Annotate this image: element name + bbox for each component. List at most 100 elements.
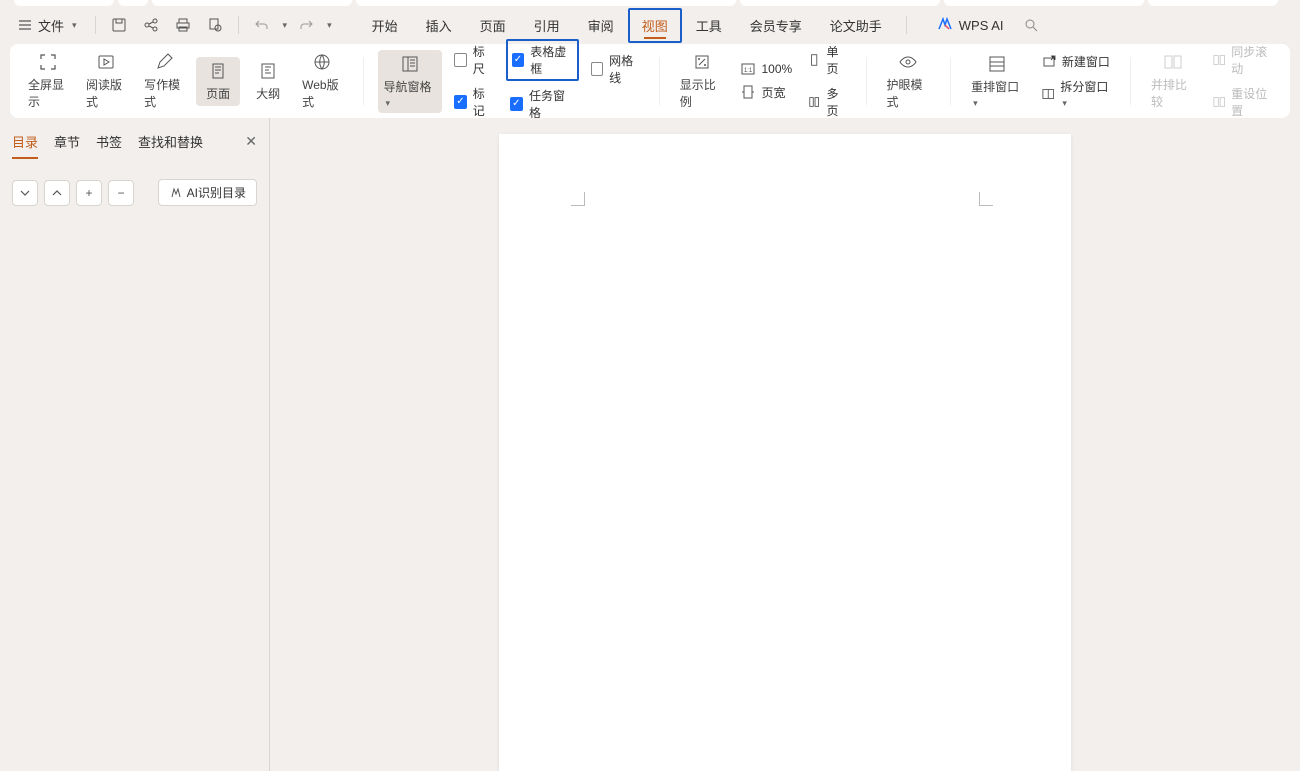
sidepanel-tab-bookmark[interactable]: 书签 (96, 128, 122, 155)
tab-page[interactable]: 页面 (466, 8, 520, 43)
rearrange-button[interactable]: 重排窗口 ▾ (965, 50, 1030, 113)
new-window-button[interactable]: 新建窗口 (1038, 51, 1116, 72)
reading-mode-button[interactable]: 阅读版式 (80, 48, 132, 114)
reset-pos-button: 重设位置 (1209, 83, 1278, 121)
document-page[interactable] (499, 134, 1071, 771)
zoom-100-button[interactable]: 1:1 100% (737, 60, 796, 78)
checkbox-icon (512, 53, 525, 67)
tab-view[interactable]: 视图 (628, 8, 682, 43)
ai-icon (169, 186, 183, 200)
doc-tab[interactable] (1148, 0, 1278, 6)
zoom-ratio-button[interactable]: 显示比例 (674, 48, 730, 114)
doc-tab[interactable] (152, 0, 352, 6)
chevron-up-icon (52, 188, 62, 198)
ratio-icon: 1:1 (741, 62, 755, 76)
search-button[interactable] (1018, 12, 1044, 38)
collapse-up-button[interactable] (44, 180, 70, 206)
document-canvas[interactable] (270, 118, 1300, 771)
margin-corner (979, 192, 993, 206)
split-icon (1042, 87, 1055, 101)
doc-tab[interactable] (14, 0, 114, 6)
marks-checkbox[interactable]: 标记 (450, 83, 497, 121)
sidepanel-controls: + − AI识别目录 (12, 179, 257, 206)
main-area: 目录 章节 书签 查找和替换 ✕ + − AI识别目录 (0, 118, 1300, 771)
gridlines-checkbox[interactable]: 网格线 (587, 50, 645, 88)
checkbox-icon (591, 62, 604, 76)
top-toolbar: 文件 ▾ ▾ ▾ 开始 插入 页面 引用 审阅 视图 工具 会员专享 论文助手 … (0, 6, 1300, 44)
page-icon (208, 61, 228, 81)
eye-icon (898, 52, 918, 72)
share-button[interactable] (138, 12, 164, 38)
ribbon-view: 全屏显示 阅读版式 写作模式 页面 大纲 Web版式 导航窗格 ▾ 标尺 (10, 44, 1290, 118)
outline-mode-button[interactable]: 大纲 (246, 57, 290, 106)
tab-start[interactable]: 开始 (358, 8, 412, 43)
redo-dropdown[interactable]: ▾ (327, 20, 332, 31)
sidepanel-close-button[interactable]: ✕ (245, 133, 257, 150)
nav-pane-button[interactable]: 导航窗格 ▾ (378, 50, 443, 113)
sync-scroll-button: 同步滚动 (1209, 41, 1278, 79)
eye-protect-button[interactable]: 护眼模式 (880, 48, 936, 114)
tab-review[interactable]: 审阅 (574, 8, 628, 43)
checkbox-icon (510, 97, 523, 111)
remove-heading-button[interactable]: − (108, 180, 134, 206)
ruler-checkbox[interactable]: 标尺 (450, 41, 497, 79)
sidepanel-tab-chapter[interactable]: 章节 (54, 128, 80, 155)
undo-dropdown[interactable]: ▾ (283, 20, 288, 31)
rows-icon (987, 54, 1007, 74)
multi-page-button[interactable]: 多页 (804, 83, 851, 121)
wps-ai-label: WPS AI (959, 18, 1004, 33)
doc-tab[interactable] (740, 0, 940, 6)
one-page-button[interactable]: 单页 (804, 41, 851, 79)
page-width-button[interactable]: 页宽 (737, 82, 796, 103)
expand-down-button[interactable] (12, 180, 38, 206)
tab-member[interactable]: 会员专享 (736, 8, 816, 43)
wps-ai-icon (937, 17, 953, 33)
add-heading-button[interactable]: + (76, 180, 102, 206)
tab-thesis[interactable]: 论文助手 (816, 8, 896, 43)
menu-icon (18, 18, 32, 32)
split-window-button[interactable]: 拆分窗口 ▾ (1038, 76, 1116, 111)
chevron-down-icon (20, 188, 30, 198)
doc-tab[interactable] (356, 0, 736, 6)
tab-insert[interactable]: 插入 (412, 8, 466, 43)
undo-button[interactable] (249, 12, 275, 38)
page-width-icon (741, 85, 755, 99)
pencil-icon (154, 52, 174, 72)
new-window-icon (1042, 55, 1056, 69)
print-button[interactable] (170, 12, 196, 38)
sync-icon (1213, 53, 1225, 67)
writing-mode-button[interactable]: 写作模式 (138, 48, 190, 114)
file-menu[interactable]: 文件 ▾ (10, 12, 85, 39)
doc-tab[interactable] (944, 0, 1144, 6)
play-icon (96, 52, 116, 72)
table-frame-checkbox[interactable]: 表格虚框 (506, 39, 579, 81)
svg-text:1:1: 1:1 (744, 68, 753, 74)
percent-icon (692, 52, 712, 72)
sidepanel-tab-toc[interactable]: 目录 (12, 128, 38, 155)
fullscreen-button[interactable]: 全屏显示 (22, 48, 74, 114)
outline-icon (258, 61, 278, 81)
sidepanel-tab-find[interactable]: 查找和替换 (138, 128, 203, 155)
ai-recognize-toc-button[interactable]: AI识别目录 (158, 179, 257, 206)
wps-ai-button[interactable]: WPS AI (929, 13, 1012, 37)
main-menu-tabs: 开始 插入 页面 引用 审阅 视图 工具 会员专享 论文助手 (358, 8, 896, 43)
checkbox-icon (454, 95, 466, 109)
navigation-pane: 目录 章节 书签 查找和替换 ✕ + − AI识别目录 (0, 118, 270, 771)
page-mode-button[interactable]: 页面 (196, 57, 240, 106)
tab-tools[interactable]: 工具 (682, 8, 736, 43)
side-by-side-icon (1163, 52, 1183, 72)
side-by-side-button: 并排比较 (1145, 48, 1201, 114)
document-tab-strip (0, 0, 1300, 6)
save-button[interactable] (106, 12, 132, 38)
doc-tab[interactable] (118, 0, 148, 6)
tab-reference[interactable]: 引用 (520, 8, 574, 43)
web-mode-button[interactable]: Web版式 (296, 48, 348, 114)
checkbox-icon (454, 53, 466, 67)
reset-icon (1213, 95, 1225, 109)
file-menu-label: 文件 (38, 16, 64, 35)
redo-button[interactable] (293, 12, 319, 38)
nav-pane-icon (400, 54, 420, 74)
print-preview-button[interactable] (202, 12, 228, 38)
margin-corner (571, 192, 585, 206)
fullscreen-icon (38, 52, 58, 72)
